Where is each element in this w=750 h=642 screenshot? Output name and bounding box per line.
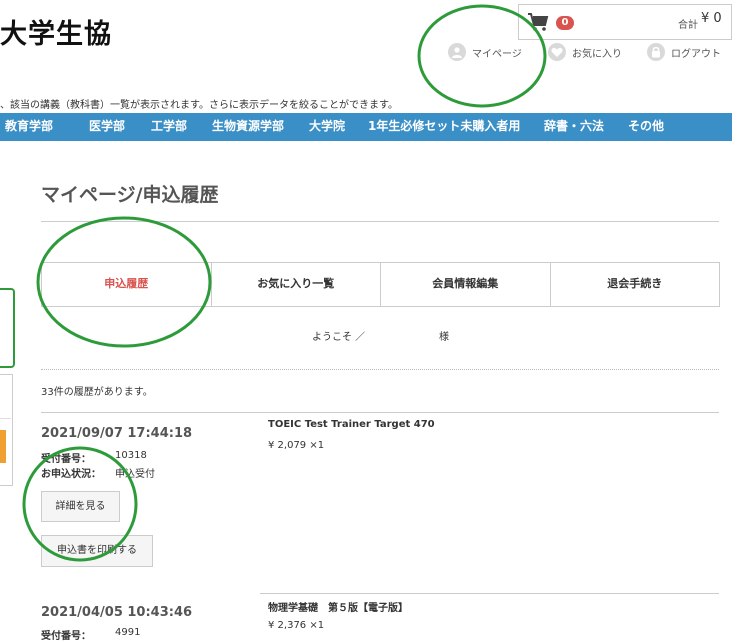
annotation-overlay [22,4,547,562]
annotation-circle-mypage [417,4,547,108]
annotation-circle-history-tab [36,216,212,348]
annotation-circle-detail-button [22,446,138,562]
